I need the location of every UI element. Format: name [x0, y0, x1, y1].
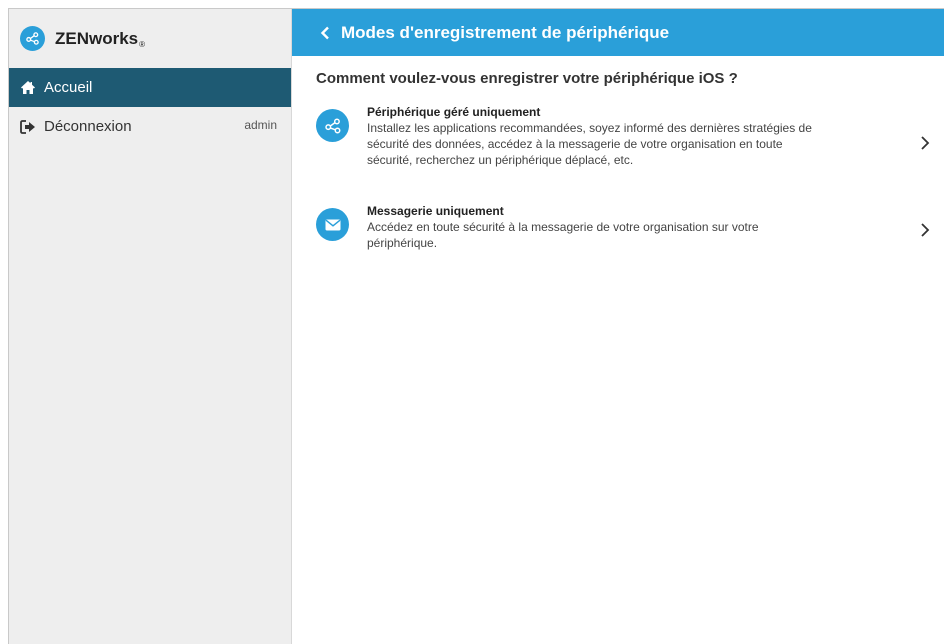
option-managed-device[interactable]: Périphérique géré uniquement Installez l…	[316, 105, 944, 179]
option-description: Installez les applications recommandées,…	[367, 121, 812, 167]
home-icon	[20, 80, 36, 96]
sidebar-item-deconnexion[interactable]: Déconnexion admin	[9, 107, 291, 146]
brand-name-text: ZENworks	[55, 28, 139, 48]
brand-name: ZENworks®	[55, 29, 145, 49]
option-messaging-only[interactable]: Messagerie uniquement Accédez en toute s…	[316, 204, 944, 264]
brand: ZENworks®	[9, 9, 291, 68]
envelope-icon	[316, 208, 349, 241]
sidebar-item-label: Accueil	[44, 79, 93, 96]
registered-mark: ®	[139, 39, 146, 49]
sidebar-item-accueil[interactable]: Accueil	[9, 68, 291, 107]
app-window: ZENworks® Accueil Déconnexion admin Mode…	[8, 8, 944, 644]
option-title: Messagerie uniquement	[367, 204, 504, 218]
option-text: Messagerie uniquement Accédez en toute s…	[367, 204, 817, 264]
chevron-right-icon	[920, 135, 930, 151]
option-description: Accédez en toute sécurité à la messageri…	[367, 220, 759, 250]
question-heading: Comment voulez-vous enregistrer votre pé…	[316, 70, 738, 87]
user-name: admin	[244, 118, 277, 132]
sidebar: ZENworks® Accueil Déconnexion admin	[9, 9, 292, 644]
header-bar: Modes d'enregistrement de périphérique	[292, 9, 944, 56]
zenworks-logo-icon	[20, 26, 45, 51]
chevron-right-icon	[920, 222, 930, 238]
logout-icon	[20, 119, 36, 135]
share-icon	[316, 109, 349, 142]
option-text: Périphérique géré uniquement Installez l…	[367, 105, 817, 179]
chevron-left-icon[interactable]	[320, 26, 334, 40]
page-title: Modes d'enregistrement de périphérique	[341, 22, 670, 42]
sidebar-item-label: Déconnexion	[44, 118, 132, 135]
option-title: Périphérique géré uniquement	[367, 105, 541, 119]
main-content: Modes d'enregistrement de périphérique C…	[292, 9, 944, 644]
